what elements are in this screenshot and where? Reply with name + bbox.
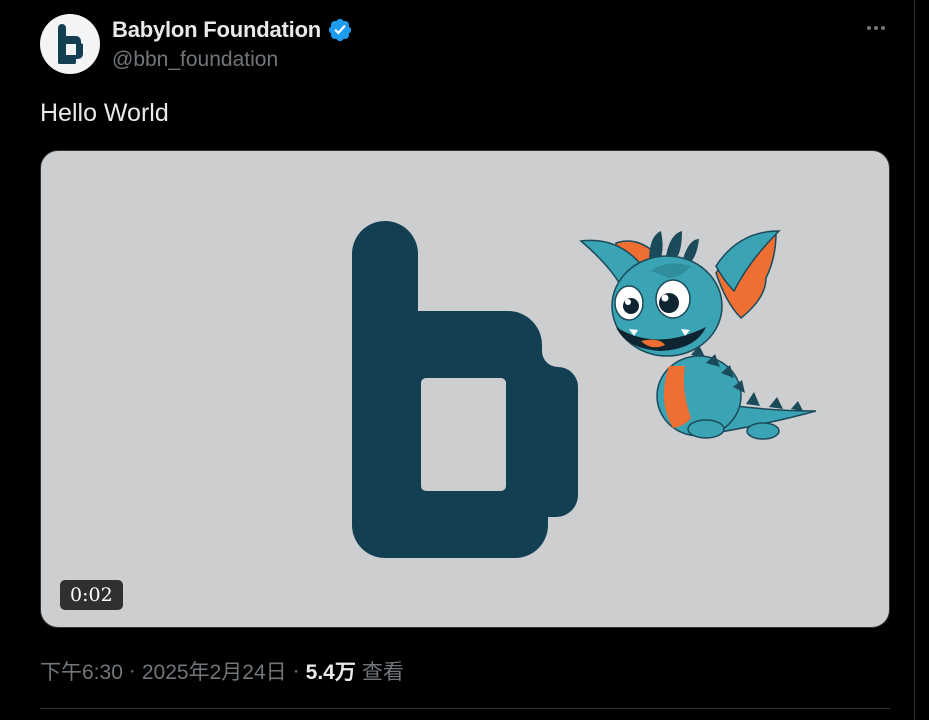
babylon-b-logo-icon — [352, 221, 578, 558]
author-name-row: Babylon Foundation — [112, 16, 353, 44]
more-horizontal-icon[interactable] — [860, 16, 892, 40]
video-player[interactable]: 0:02 — [40, 150, 890, 628]
views-label[interactable]: 查看 — [362, 656, 404, 686]
tweet-article: Babylon Foundation @bbn_foundation Hello… — [0, 0, 915, 720]
verified-badge-icon[interactable] — [327, 17, 353, 43]
divider — [40, 708, 890, 709]
tweet-text: Hello World — [40, 99, 169, 127]
tweet-time[interactable]: 下午6:30 — [40, 656, 123, 686]
video-duration-badge: 0:02 — [60, 580, 123, 610]
author-block: Babylon Foundation @bbn_foundation — [112, 16, 353, 72]
tweet-meta: 下午6:30 · 2025年2月24日 · 5.4万 查看 — [40, 656, 404, 686]
meta-separator: · — [292, 659, 300, 682]
author-handle[interactable]: @bbn_foundation — [112, 48, 353, 72]
video-thumbnail — [352, 221, 817, 558]
dragon-mascot-icon — [579, 230, 817, 440]
avatar[interactable] — [40, 14, 100, 74]
babylon-logo-icon — [58, 24, 83, 64]
views-count[interactable]: 5.4万 — [306, 656, 356, 686]
author-display-name[interactable]: Babylon Foundation — [112, 17, 321, 43]
tweet-date[interactable]: 2025年2月24日 — [142, 656, 287, 686]
meta-separator: · — [128, 659, 136, 682]
